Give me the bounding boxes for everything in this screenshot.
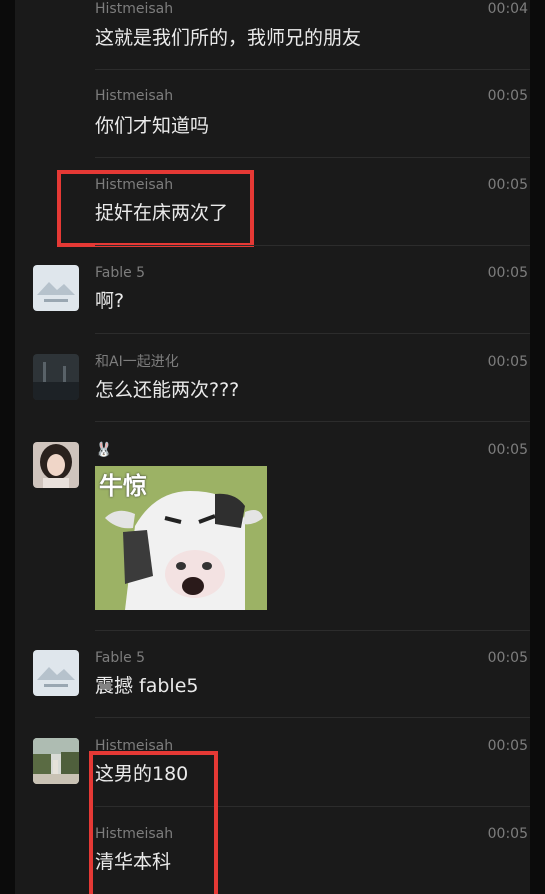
message-text[interactable]: 你们才知道吗: [95, 114, 209, 138]
divider: [95, 717, 530, 718]
sender-name[interactable]: Histmeisah: [95, 87, 173, 105]
timestamp: 00:05: [487, 354, 528, 370]
highlight-box: [89, 751, 218, 894]
sender-name[interactable]: Fable 5: [95, 649, 145, 667]
sender-name[interactable]: 和AI一起进化: [95, 353, 179, 371]
divider: [95, 157, 530, 158]
sender-name[interactable]: Fable 5: [95, 264, 145, 282]
landscape-avatar-icon: [33, 265, 79, 311]
avatar[interactable]: [33, 650, 79, 696]
sticker-caption: 牛惊: [99, 472, 147, 500]
highlight-box: [57, 170, 254, 247]
divider: [95, 245, 530, 246]
divider: [95, 630, 530, 631]
person-avatar-icon: [33, 442, 79, 488]
sticker-image[interactable]: 牛惊: [95, 466, 267, 610]
avatar[interactable]: [33, 442, 79, 488]
timestamp: 00:05: [487, 442, 528, 458]
sender-name[interactable]: Histmeisah: [95, 0, 173, 18]
divider: [95, 333, 530, 334]
avatar[interactable]: [33, 738, 79, 784]
timestamp: 00:05: [487, 650, 528, 666]
avatar[interactable]: [33, 354, 79, 400]
dark-scene-avatar-icon: [33, 354, 79, 400]
divider: [95, 421, 530, 422]
sender-name[interactable]: 🐰: [95, 441, 112, 459]
message-text[interactable]: 啊?: [95, 289, 124, 313]
timestamp: 00:04: [487, 1, 528, 17]
timestamp: 00:05: [487, 177, 528, 193]
timestamp: 00:05: [487, 738, 528, 754]
outdoor-photo-avatar-icon: [33, 738, 79, 784]
message-text[interactable]: 震撼 fable5: [95, 674, 199, 698]
landscape-avatar-icon: [33, 650, 79, 696]
avatar[interactable]: [33, 265, 79, 311]
message-text[interactable]: 怎么还能两次???: [95, 378, 239, 402]
timestamp: 00:05: [487, 265, 528, 281]
timestamp: 00:05: [487, 826, 528, 842]
timestamp: 00:05: [487, 88, 528, 104]
divider: [95, 69, 530, 70]
message-text[interactable]: 这就是我们所的，我师兄的朋友: [95, 26, 361, 50]
